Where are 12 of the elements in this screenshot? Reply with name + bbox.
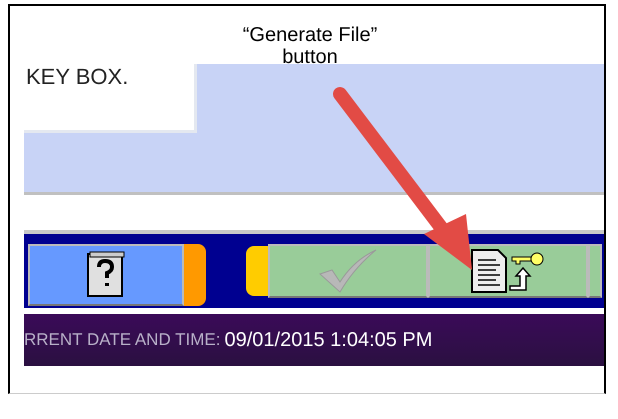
status-label: RRENT DATE AND TIME: bbox=[24, 330, 220, 350]
document-key-icon bbox=[470, 248, 546, 294]
date-time-value: 09/01/2015 1:04:05 PM bbox=[224, 328, 432, 352]
message-text: KEY BOX. bbox=[25, 64, 130, 88]
checkmark-icon bbox=[318, 248, 378, 294]
caption-text: button bbox=[282, 46, 338, 68]
help-button[interactable] bbox=[28, 244, 184, 306]
tab-handle[interactable] bbox=[246, 246, 268, 296]
help-book-icon bbox=[86, 251, 126, 299]
caption-text: “Generate File” bbox=[242, 24, 378, 46]
generate-file-button[interactable] bbox=[428, 244, 588, 298]
tab-handle[interactable] bbox=[184, 244, 206, 306]
